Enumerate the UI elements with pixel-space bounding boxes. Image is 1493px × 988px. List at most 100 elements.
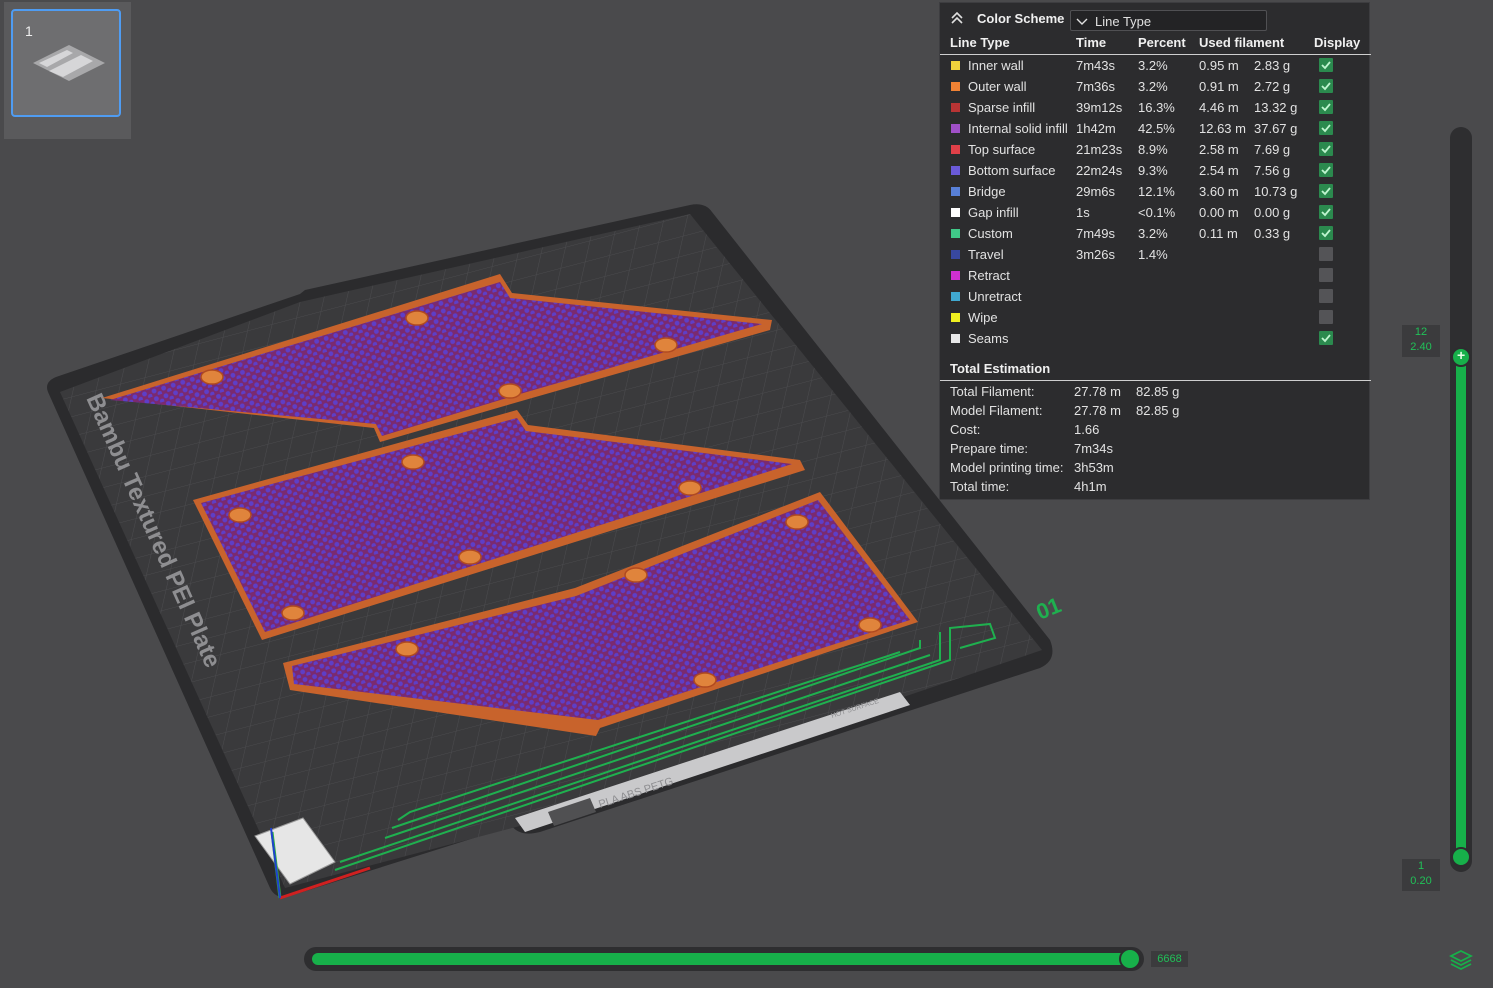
line-type-name: Wipe <box>968 310 998 325</box>
line-type-time: 7m43s <box>1076 58 1116 73</box>
line-type-percent: 3.2% <box>1138 79 1168 94</box>
line-type-length: 2.58 m <box>1199 142 1239 157</box>
line-type-length: 0.91 m <box>1199 79 1239 94</box>
legend-row: Outer wall 7m36s 3.2% 0.91 m 2.72 g <box>940 76 1371 97</box>
line-type-percent: 1.4% <box>1138 247 1168 262</box>
display-checkbox[interactable] <box>1319 121 1333 135</box>
layers-icon[interactable] <box>1449 949 1473 971</box>
plate-number-label: 01 <box>1033 592 1065 624</box>
line-type-percent: 16.3% <box>1138 100 1175 115</box>
plate-thumbnail[interactable]: 1 <box>11 9 121 117</box>
total-value: 1.66 <box>1074 422 1100 437</box>
display-checkbox[interactable] <box>1319 163 1333 177</box>
color-swatch <box>951 166 960 175</box>
line-type-percent: 3.2% <box>1138 226 1168 241</box>
legend-row: Bridge 29m6s 12.1% 3.60 m 10.73 g <box>940 181 1371 202</box>
line-type-name: Unretract <box>968 289 1022 304</box>
display-checkbox[interactable] <box>1319 310 1333 324</box>
line-type-weight: 37.67 g <box>1254 121 1298 136</box>
checkmark-icon <box>1321 124 1331 133</box>
checkmark-icon <box>1321 229 1331 238</box>
layer-slider-top-handle[interactable]: + <box>1451 347 1471 367</box>
total-label: Model Filament: <box>950 403 1043 418</box>
total-weight: 82.85 g <box>1136 384 1180 399</box>
line-type-name: Sparse infill <box>968 100 1036 115</box>
top-layer-height: 2.40 <box>1410 341 1432 353</box>
color-swatch <box>951 124 960 133</box>
display-checkbox[interactable] <box>1319 205 1333 219</box>
line-type-weight: 0.33 g <box>1254 226 1291 241</box>
plate-thumbnail-panel: 1 <box>4 2 131 139</box>
total-row: Prepare time: 7m34s <box>940 439 1371 458</box>
collapse-chevron-icon[interactable] <box>950 11 964 25</box>
legend-row: Gap infill 1s <0.1% 0.00 m 0.00 g <box>940 202 1371 223</box>
line-type-percent: 12.1% <box>1138 184 1175 199</box>
line-type-percent: 42.5% <box>1138 121 1175 136</box>
legend-row: Wipe <box>940 307 1371 328</box>
legend-row: Top surface 21m23s 8.9% 2.58 m 7.69 g <box>940 139 1371 160</box>
line-type-time: 1s <box>1076 205 1090 220</box>
line-type-percent: 3.2% <box>1138 58 1168 73</box>
color-swatch <box>951 334 960 343</box>
display-checkbox[interactable] <box>1319 79 1333 93</box>
display-checkbox[interactable] <box>1319 247 1333 261</box>
chevron-down-icon <box>1076 18 1088 25</box>
display-checkbox[interactable] <box>1319 331 1333 345</box>
total-weight: 82.85 g <box>1136 403 1180 418</box>
line-type-time: 7m49s <box>1076 226 1116 241</box>
plate-preview-icon <box>33 45 105 81</box>
line-type-length: 0.11 m <box>1199 226 1238 241</box>
display-checkbox[interactable] <box>1319 142 1333 156</box>
line-type-percent: 8.9% <box>1138 142 1168 157</box>
display-checkbox[interactable] <box>1319 289 1333 303</box>
line-type-weight: 0.00 g <box>1254 205 1291 220</box>
color-swatch <box>951 292 960 301</box>
total-label: Total time: <box>950 479 1010 494</box>
checkmark-icon <box>1321 103 1331 112</box>
line-type-length: 4.46 m <box>1199 100 1239 115</box>
color-scheme-dropdown[interactable]: Line Type <box>1070 10 1267 31</box>
legend-row: Retract <box>940 265 1371 286</box>
line-type-weight: 10.73 g <box>1254 184 1298 199</box>
line-type-name: Travel <box>968 247 1004 262</box>
display-checkbox[interactable] <box>1319 100 1333 114</box>
line-type-name: Gap infill <box>968 205 1019 220</box>
line-type-weight: 7.69 g <box>1254 142 1291 157</box>
color-swatch <box>951 82 960 91</box>
move-slider-value: 6668 <box>1151 951 1188 967</box>
display-checkbox[interactable] <box>1319 226 1333 240</box>
column-header-display: Display <box>1314 35 1361 50</box>
display-checkbox[interactable] <box>1319 268 1333 282</box>
column-header-time: Time <box>1076 35 1107 50</box>
total-row: Total time: 4h1m <box>940 477 1371 496</box>
total-value: 4h1m <box>1074 479 1107 494</box>
display-checkbox[interactable] <box>1319 58 1333 72</box>
legend-row: Bottom surface 22m24s 9.3% 2.54 m 7.56 g <box>940 160 1371 181</box>
line-type-time: 7m36s <box>1076 79 1116 94</box>
line-type-name: Bottom surface <box>968 163 1056 178</box>
checkmark-icon <box>1321 61 1331 70</box>
layer-slider-bottom-handle[interactable] <box>1451 847 1471 867</box>
move-slider-range <box>312 953 1132 965</box>
checkmark-icon <box>1321 166 1331 175</box>
color-swatch <box>951 145 960 154</box>
total-row: Model Filament: 27.78 m 82.85 g <box>940 401 1371 420</box>
color-swatch <box>951 103 960 112</box>
color-swatch <box>951 250 960 259</box>
line-type-percent: 9.3% <box>1138 163 1168 178</box>
column-header-line-type: Line Type <box>950 35 1010 50</box>
color-swatch <box>951 208 960 217</box>
total-row: Total Filament: 27.78 m 82.85 g <box>940 382 1371 401</box>
line-type-weight: 2.72 g <box>1254 79 1291 94</box>
display-checkbox[interactable] <box>1319 184 1333 198</box>
checkmark-icon <box>1321 187 1331 196</box>
line-type-length: 0.95 m <box>1199 58 1239 73</box>
line-type-name: Seams <box>968 331 1009 346</box>
move-slider-handle[interactable] <box>1119 948 1141 970</box>
legend-row: Internal solid infill 1h42m 42.5% 12.63 m 37… <box>940 118 1371 139</box>
line-type-time: 22m24s <box>1076 163 1123 178</box>
bottom-layer-height: 0.20 <box>1410 875 1432 887</box>
line-type-weight: 13.32 g <box>1254 100 1298 115</box>
legend-row: Unretract <box>940 286 1371 307</box>
legend-header: Color Scheme Line Type <box>940 3 1371 33</box>
